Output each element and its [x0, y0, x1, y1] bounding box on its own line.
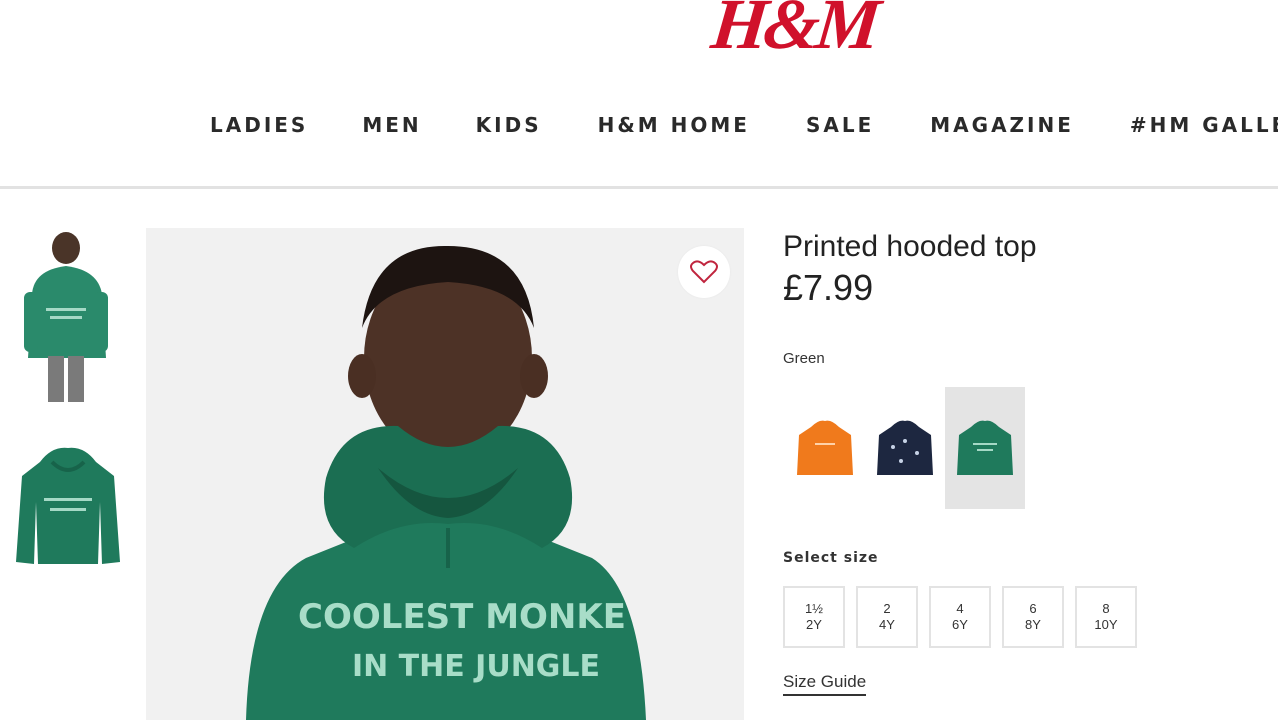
product-title: Printed hooded top — [783, 230, 1037, 263]
size-option-8y[interactable]: 6 8Y — [1002, 586, 1064, 648]
heart-icon — [690, 260, 718, 284]
size-option-2y[interactable]: 1½ 2Y — [783, 586, 845, 648]
thumbnail-product[interactable] — [10, 432, 126, 572]
size-option-4y[interactable]: 2 4Y — [856, 586, 918, 648]
size-option-10y[interactable]: 8 10Y — [1075, 586, 1137, 648]
thumbnail-model[interactable] — [10, 222, 120, 412]
size-option-line2: 2Y — [806, 617, 822, 632]
header-divider — [0, 186, 1278, 189]
thumbnail-model-image — [24, 232, 108, 402]
size-option-line1: 8 — [1102, 601, 1110, 616]
green-hoodie-thumb — [957, 420, 1013, 475]
product-price: £7.99 — [783, 267, 874, 308]
size-options: 1½ 2Y 2 4Y 4 6Y 6 8Y 8 10Y — [783, 586, 1148, 648]
size-option-line1: 6 — [1029, 601, 1037, 616]
size-option-line1: 4 — [956, 601, 964, 616]
navy-hoodie-thumb — [877, 420, 933, 475]
size-option-line2: 10Y — [1094, 617, 1118, 632]
size-option-line2: 8Y — [1025, 617, 1041, 632]
nav-item-men[interactable]: MEN — [362, 112, 421, 138]
thumbnail-product-image — [16, 447, 120, 564]
size-option-line1: 1½ — [804, 601, 824, 616]
size-option-line1: 2 — [883, 601, 891, 616]
swatch-navy[interactable] — [865, 387, 945, 509]
favourite-button[interactable] — [678, 246, 730, 298]
main-product-image[interactable]: COOLEST MONKE IN THE JUNGLE — [146, 228, 744, 720]
nav-item-sale[interactable]: SALE — [806, 112, 874, 138]
swatch-green[interactable] — [945, 387, 1025, 509]
nav-item-ladies[interactable]: LADIES — [210, 112, 308, 138]
nav-item-gallery[interactable]: #HM GALLE — [1130, 112, 1278, 138]
color-swatches — [785, 387, 1025, 509]
main-nav: LADIES MEN KIDS H&M HOME SALE MAGAZINE #… — [210, 112, 1278, 138]
size-option-6y[interactable]: 4 6Y — [929, 586, 991, 648]
size-guide-link[interactable]: Size Guide — [783, 672, 867, 696]
select-size-label: Select size — [783, 550, 879, 566]
orange-hoodie-thumb — [797, 420, 853, 475]
hm-logo[interactable]: H&M — [708, 0, 880, 64]
nav-item-home[interactable]: H&M HOME — [598, 112, 750, 138]
nav-item-magazine[interactable]: MAGAZINE — [930, 112, 1074, 138]
size-option-line2: 6Y — [952, 617, 968, 632]
swatch-orange[interactable] — [785, 387, 865, 509]
color-label: Green — [783, 350, 825, 367]
model-photo: COOLEST MONKE IN THE JUNGLE — [146, 228, 744, 720]
hoodie-print-line-1: COOLEST MONKE — [298, 597, 626, 637]
product-page: H&M LADIES MEN KIDS H&M HOME SALE MAGAZI… — [0, 0, 1278, 720]
nav-item-kids[interactable]: KIDS — [476, 112, 542, 138]
size-option-line2: 4Y — [879, 617, 895, 632]
hoodie-print-line-2: IN THE JUNGLE — [352, 649, 600, 684]
